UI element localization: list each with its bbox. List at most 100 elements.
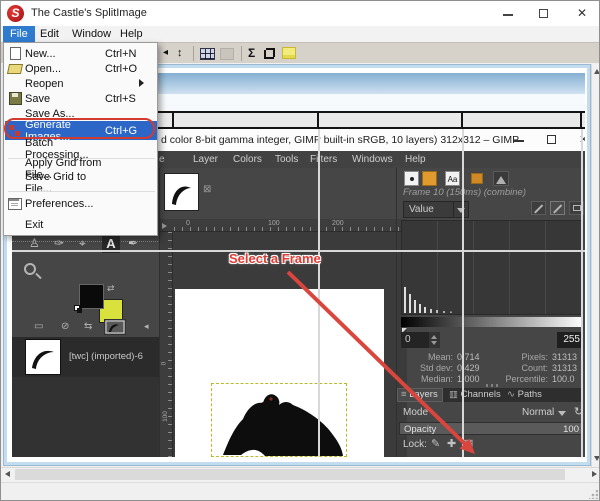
image-list-name: [twc] (imported)-6 <box>69 351 143 362</box>
scroll-left-icon[interactable] <box>5 471 10 477</box>
ink-tool-icon[interactable]: ✒ <box>128 236 138 250</box>
gimp-menu-filters[interactable]: Filters <box>310 154 337 165</box>
annotation-select-frame-label: Select a Frame <box>229 251 321 266</box>
horizontal-ruler: 0 100 200 <box>160 219 407 232</box>
history-tab-icon[interactable]: ⇆ <box>84 321 92 332</box>
ruler-h-0: 0 <box>186 220 190 227</box>
scroll-down-icon[interactable] <box>594 456 599 461</box>
mean-value: 0.714 <box>457 352 480 362</box>
median-value: 1.000 <box>457 374 480 384</box>
tab-paths[interactable]: ∿ Paths <box>504 388 546 402</box>
gimp-image-tab[interactable] <box>164 173 199 211</box>
back-icon[interactable]: ◂ <box>163 45 168 62</box>
panel-resize-handle[interactable] <box>486 384 500 387</box>
foreground-color-swatch[interactable] <box>79 284 104 309</box>
menu-item-save-grid[interactable]: Save Grid to File... <box>5 171 157 195</box>
menu-item-open[interactable]: Open... Ctrl+O <box>5 61 157 76</box>
maximize-button[interactable] <box>527 1 561 26</box>
menu-edit[interactable]: Edit <box>33 26 66 42</box>
scroll-up-icon[interactable] <box>594 69 599 74</box>
menu-item-preferences[interactable]: Preferences... <box>5 195 157 212</box>
close-button[interactable]: ✕ <box>565 1 599 26</box>
crop-icon[interactable] <box>263 47 276 60</box>
swap-colors-icon[interactable]: ⇄ <box>107 283 115 294</box>
opacity-slider[interactable]: Opacity 100 <box>399 422 583 435</box>
paths-tool-icon[interactable]: ⌖ <box>79 236 86 251</box>
image-thumb-tab[interactable] <box>104 319 126 335</box>
mode-value[interactable]: Normal <box>522 407 554 418</box>
horizontal-scrollbar-thumb[interactable] <box>15 469 565 480</box>
range-max-input[interactable]: 255 <box>557 332 583 348</box>
minimize-button[interactable] <box>491 1 525 26</box>
grid-line-vertical-light <box>581 129 583 457</box>
ruler-v-0: 0 <box>160 361 168 366</box>
grid-line-vertical <box>317 111 319 129</box>
mode-chevron-icon[interactable] <box>558 411 566 416</box>
alpha-lock-icon[interactable]: ▦ <box>463 437 473 450</box>
fit-vertical-icon[interactable]: ↕ <box>177 45 183 62</box>
percentile-label: Percentile: <box>505 374 548 384</box>
gimp-menu-windows[interactable]: Windows <box>352 154 393 165</box>
tab-menu-icon[interactable]: ◂ <box>144 321 149 332</box>
sum-icon[interactable]: Σ <box>248 45 255 62</box>
fonts-dialog-icon[interactable]: Aa <box>445 171 460 186</box>
menu-item-open-label: Open... <box>25 62 62 75</box>
lock-label: Lock: <box>403 439 427 450</box>
clone-tool-icon[interactable]: ♙ <box>29 236 40 250</box>
gimp-menu-layer[interactable]: Layer <box>193 154 218 165</box>
linear-histogram-icon[interactable] <box>531 201 546 215</box>
grid-icon[interactable] <box>200 48 215 60</box>
pencil-lock-icon[interactable]: ✎ <box>431 437 440 450</box>
mode-label: Mode <box>403 407 429 418</box>
note-icon[interactable] <box>282 47 296 59</box>
menu-file[interactable]: File <box>3 26 35 42</box>
gimp-menu-clipped: e <box>159 154 165 165</box>
title-bar: S The Castle's SplitImage ✕ <box>1 1 599 26</box>
menu-item-exit-label: Exit <box>25 218 44 231</box>
log-histogram-icon[interactable] <box>550 201 565 215</box>
splitimage-window: S The Castle's SplitImage ✕ File Edit Wi… <box>0 0 600 501</box>
blank-icon <box>220 48 234 60</box>
gimp-menu-tools[interactable]: Tools <box>275 154 298 165</box>
vertical-scrollbar[interactable] <box>591 64 599 467</box>
gimp-menu-help[interactable]: Help <box>405 154 426 165</box>
tab-paths-label: Paths <box>517 389 542 400</box>
move-lock-icon[interactable]: ✚ <box>447 437 456 450</box>
gimp-minimize-button[interactable] <box>513 140 524 142</box>
scroll-right-icon[interactable] <box>592 471 597 477</box>
close-image-tab-icon[interactable]: ⊠ <box>203 184 211 195</box>
menu-item-batch-processing[interactable]: Batch Processing... <box>5 137 157 161</box>
menu-item-new-label: New... <box>25 47 56 60</box>
menu-window[interactable]: Window <box>65 26 118 42</box>
default-colors-icon[interactable] <box>74 305 82 313</box>
submenu-arrow-icon <box>139 78 144 87</box>
tab-layers[interactable]: ≡ Layers <box>397 388 443 402</box>
menu-item-exit[interactable]: Exit <box>5 217 157 232</box>
pixels-value: 31313 <box>552 352 578 362</box>
gimp-maximize-button[interactable] <box>547 135 556 144</box>
patterns-dialog-icon[interactable] <box>422 171 437 186</box>
screen-tab-icon[interactable]: ▭ <box>34 321 43 332</box>
range-min-spinner[interactable] <box>429 332 440 348</box>
menu-help[interactable]: Help <box>113 26 150 42</box>
resize-grip[interactable] <box>589 490 598 499</box>
menu-item-new[interactable]: New... Ctrl+N <box>5 46 157 61</box>
gimp-menu-colors[interactable]: Colors <box>233 154 262 165</box>
channel-select[interactable]: Value <box>403 201 469 218</box>
percentile-value: 100.0 <box>552 374 575 384</box>
tab-channels[interactable]: ▥ Channels <box>446 388 502 402</box>
window-title: The Castle's SplitImage <box>31 7 147 19</box>
range-min-input[interactable]: 0 <box>401 332 429 348</box>
zoom-tool-icon[interactable] <box>24 263 42 280</box>
menu-item-open-shortcut: Ctrl+O <box>105 62 138 75</box>
images-tab-icon[interactable]: ⊘ <box>61 321 69 332</box>
menu-item-save-label: Save <box>25 92 51 105</box>
image-list-row[interactable]: [twc] (imported)-6 <box>12 337 159 377</box>
gradients-dialog-icon[interactable] <box>471 173 483 184</box>
image-list-thumbnail <box>25 339 61 375</box>
histogram-dialog-icon[interactable] <box>493 171 509 186</box>
smudge-tool-icon[interactable]: ✑ <box>54 236 64 250</box>
menu-item-reopen[interactable]: Reopen <box>5 76 157 91</box>
brushes-dialog-icon[interactable] <box>404 171 419 186</box>
menu-item-save[interactable]: Save Ctrl+S <box>5 91 157 106</box>
